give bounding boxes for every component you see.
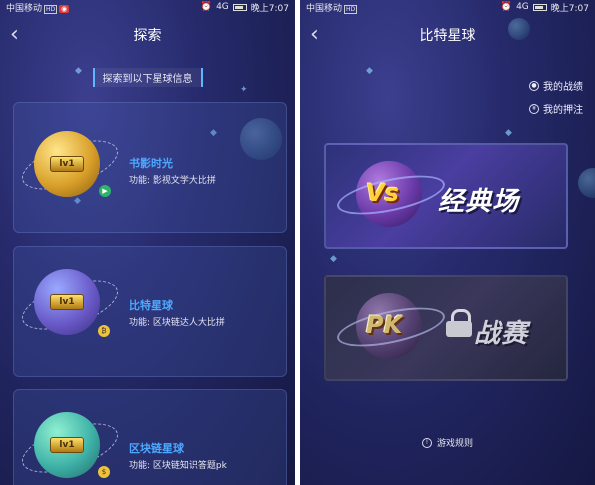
status-bar: 中国移动 HD ⏰ 4G 晚上7:07: [300, 0, 595, 14]
bet-icon: ¥: [529, 103, 539, 114]
pk-logo: PK: [366, 311, 403, 339]
level-badge: lv1: [50, 437, 84, 453]
alarm-icon: ⏰: [200, 2, 213, 12]
bitcoin-icon: ₿: [98, 325, 110, 337]
planet-screen: 中国移动 HD ⏰ 4G 晚上7:07 ‹ 比特星球 ◆ ◆ ◆ ● 我的战绩 ¥…: [300, 0, 595, 485]
carrier-label: 中国移动 HD ◉: [6, 1, 201, 14]
planet-name: 书影时光: [129, 157, 173, 170]
network-label: 4G: [516, 2, 529, 12]
status-time: 晚上7:07: [550, 3, 589, 14]
hd-badge: HD: [344, 4, 358, 14]
status-icons: ⏰ 4G 晚上7:07: [501, 1, 589, 14]
status-bar: 中国移动 HD ◉ ⏰ 4G 晚上7:07: [0, 0, 295, 14]
explore-screen: 中国移动 HD ◉ ⏰ 4G 晚上7:07 ‹ 探索 ◆ ◆ ◆ ✦ 探索到以下星球…: [0, 0, 295, 485]
planet-name: 区块链星球: [129, 442, 184, 455]
hd-badge: HD: [44, 4, 58, 14]
star-icon: ◆: [505, 128, 512, 138]
planet-card-bit[interactable]: lv1 ₿ 比特星球 功能: 区块链达人大比拼: [13, 246, 287, 377]
battery-icon: [232, 3, 247, 11]
game-rules-link[interactable]: ! 游戏规则: [300, 436, 595, 449]
status-time: 晚上7:07: [250, 3, 289, 14]
planet-bit-icon: lv1: [34, 269, 100, 335]
back-arrow-icon[interactable]: ‹: [10, 23, 19, 47]
subtitle-bar: 探索到以下星球信息: [0, 68, 295, 87]
planet-name: 比特星球: [129, 299, 173, 312]
carrier-name: 中国移动: [306, 3, 343, 14]
back-arrow-icon[interactable]: ‹: [310, 23, 319, 47]
carrier-name: 中国移动: [6, 3, 43, 14]
background-planet: [508, 18, 530, 40]
classic-mode-label: 经典场: [438, 187, 520, 217]
info-icon: !: [421, 437, 432, 448]
planet-card-book[interactable]: lv1 ▶ 书影时光 功能: 影视文学大比拼: [13, 102, 287, 233]
planet-card-blockchain[interactable]: lv1 $ 区块链星球 功能: 区块链知识答题pk: [13, 389, 287, 485]
vs-logo: Vs: [366, 179, 399, 207]
person-icon: ●: [529, 80, 539, 91]
my-bets-label: 我的押注: [543, 105, 583, 116]
battle-mode-card[interactable]: PK 战赛: [324, 275, 568, 381]
nav-bar: ‹ 比特星球: [300, 20, 595, 50]
battle-mode-label: 战赛: [474, 319, 529, 349]
planet-book-icon: lv1: [34, 131, 100, 197]
explore-subtitle: 探索到以下星球信息: [92, 68, 203, 87]
page-title: 探索: [133, 28, 162, 44]
planet-blockchain-icon: lv1: [34, 412, 100, 478]
coin-icon: $: [98, 466, 110, 478]
carrier-label: 中国移动 HD: [306, 1, 501, 14]
my-record-link[interactable]: ● 我的战绩: [529, 78, 583, 93]
network-label: 4G: [216, 2, 229, 12]
star-icon: ◆: [366, 66, 373, 76]
star-icon: ◆: [330, 254, 337, 264]
ticket-icon: ▶: [99, 185, 111, 197]
game-rules-label: 游戏规则: [436, 439, 473, 449]
page-title: 比特星球: [419, 28, 476, 44]
app-badge-icon: ◉: [59, 4, 70, 13]
classic-mode-card[interactable]: Vs 经典场: [324, 143, 568, 249]
background-planet: [578, 168, 595, 198]
status-icons: ⏰ 4G 晚上7:07: [201, 1, 289, 14]
alarm-icon: ⏰: [500, 2, 513, 12]
level-badge: lv1: [50, 294, 84, 310]
lock-icon: [446, 309, 472, 337]
battery-icon: [532, 3, 547, 11]
nav-bar: ‹ 探索: [0, 20, 295, 50]
planet-description: 功能: 影视文学大比拼: [129, 176, 216, 186]
planet-description: 功能: 区块链达人大比拼: [129, 318, 225, 328]
my-record-label: 我的战绩: [543, 82, 583, 93]
planet-description: 功能: 区块链知识答题pk: [129, 461, 227, 471]
my-bets-link[interactable]: ¥ 我的押注: [529, 101, 583, 116]
level-badge: lv1: [50, 156, 84, 172]
